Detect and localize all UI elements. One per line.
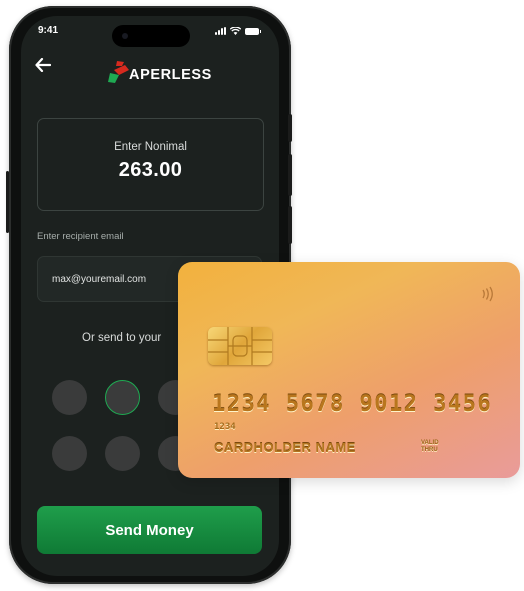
- dynamic-island: [112, 25, 190, 47]
- contact-avatar[interactable]: [52, 436, 87, 471]
- send-money-button[interactable]: Send Money: [37, 506, 262, 554]
- valid-thru-label: VALID THRU: [421, 440, 439, 454]
- status-icons: [215, 27, 261, 35]
- or-send-text: Or send to your: [82, 332, 162, 344]
- amount-value: 263.00: [118, 159, 183, 181]
- card-number: 1234 5678 9012 3456: [212, 392, 493, 417]
- card-small-number: 1234: [214, 422, 236, 432]
- side-button-right-top: [288, 114, 292, 142]
- wifi-icon: [230, 27, 241, 35]
- side-button-right-mid: [288, 154, 292, 196]
- battery-icon: [245, 27, 261, 35]
- app-logo: APERLESS: [107, 61, 212, 83]
- valid-label: VALID: [421, 440, 439, 446]
- cardholder-name: CARDHOLDER NAME: [214, 440, 356, 455]
- chip-icon: [208, 327, 272, 365]
- status-time: 9:41: [38, 25, 59, 36]
- back-arrow-icon[interactable]: [35, 57, 52, 75]
- side-button-left: [6, 171, 9, 233]
- thru-label: THRU: [421, 447, 438, 453]
- amount-label: Enter Nonimal: [114, 141, 187, 153]
- side-button-right-bottom: [288, 206, 292, 244]
- contact-avatar[interactable]: [105, 436, 140, 471]
- logo-text: APERLESS: [129, 67, 212, 83]
- signal-icon: [215, 27, 226, 35]
- credit-card: 1234 5678 9012 3456 1234 CARDHOLDER NAME…: [178, 262, 520, 478]
- contact-avatar-selected[interactable]: [105, 380, 140, 415]
- camera-dot: [122, 33, 128, 39]
- logo-icon: [108, 61, 129, 83]
- contactless-icon: [482, 286, 493, 302]
- email-label: Enter recipient email: [37, 231, 124, 242]
- contact-avatar[interactable]: [52, 380, 87, 415]
- amount-input[interactable]: Enter Nonimal 263.00: [37, 118, 264, 211]
